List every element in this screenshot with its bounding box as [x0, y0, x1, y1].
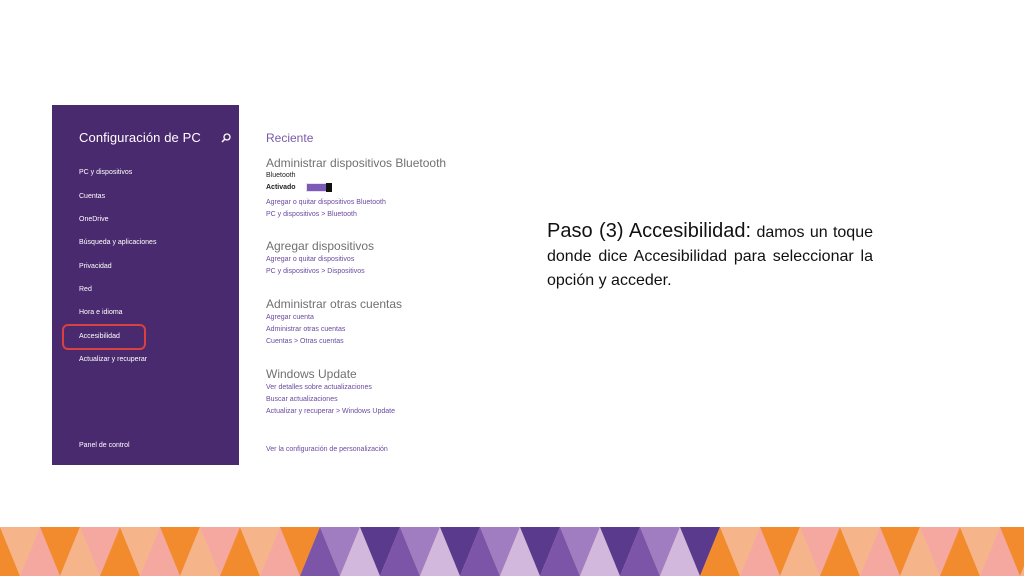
- link-check-updates[interactable]: Buscar actualizaciones: [266, 396, 338, 403]
- sidebar-item-update-recovery[interactable]: Actualizar y recuperar: [79, 355, 147, 365]
- add-devices-heading: Agregar dispositivos: [266, 239, 375, 253]
- windows-update-heading: Windows Update: [266, 367, 357, 381]
- link-add-remove-bluetooth[interactable]: Agregar o quitar dispositivos Bluetooth: [266, 199, 386, 206]
- instruction-bold: Paso (3) Accesibilidad:: [547, 220, 752, 242]
- sidebar-item-accounts[interactable]: Cuentas: [79, 192, 105, 202]
- link-pc-bluetooth[interactable]: PC y dispositivos > Bluetooth: [266, 211, 357, 218]
- link-accounts-other[interactable]: Cuentas > Otras cuentas: [266, 338, 344, 345]
- decorative-triangle-banner: [0, 527, 1024, 576]
- control-panel-link[interactable]: Panel de control: [79, 441, 130, 451]
- sidebar: Configuración de PC PC y dispositivos Cu…: [52, 105, 239, 465]
- sidebar-item-pc-devices[interactable]: PC y dispositivos: [79, 168, 132, 178]
- bluetooth-state-label: Activado: [266, 184, 296, 191]
- link-personalization[interactable]: Ver la configuración de personalización: [266, 446, 388, 453]
- sidebar-item-search-apps[interactable]: Búsqueda y aplicaciones: [79, 238, 156, 248]
- sidebar-item-privacy[interactable]: Privacidad: [79, 262, 112, 272]
- link-update-windows-update[interactable]: Actualizar y recuperar > Windows Update: [266, 408, 395, 415]
- recent-heading: Reciente: [266, 131, 314, 145]
- accessibility-highlight-box: [62, 324, 146, 350]
- link-update-details[interactable]: Ver detalles sobre actualizaciones: [266, 384, 372, 391]
- toggle-thumb[interactable]: [326, 183, 332, 192]
- link-add-remove-devices[interactable]: Agregar o quitar dispositivos: [266, 256, 354, 263]
- sidebar-item-network[interactable]: Red: [79, 285, 92, 295]
- bluetooth-toggle[interactable]: [306, 183, 332, 192]
- instruction-text: Paso (3) Accesibilidad: damos un toque d…: [547, 219, 873, 293]
- link-pc-devices[interactable]: PC y dispositivos > Dispositivos: [266, 268, 365, 275]
- bluetooth-label: Bluetooth: [266, 172, 296, 179]
- sidebar-title: Configuración de PC: [79, 130, 201, 145]
- sidebar-item-time-language[interactable]: Hora e idioma: [79, 308, 123, 318]
- link-manage-other-accounts[interactable]: Administrar otras cuentas: [266, 326, 345, 333]
- search-icon[interactable]: [220, 132, 232, 144]
- sidebar-item-onedrive[interactable]: OneDrive: [79, 215, 109, 225]
- other-accounts-heading: Administrar otras cuentas: [266, 297, 403, 311]
- link-add-account[interactable]: Agregar cuenta: [266, 314, 314, 321]
- bluetooth-heading: Administrar dispositivos Bluetooth: [266, 156, 447, 170]
